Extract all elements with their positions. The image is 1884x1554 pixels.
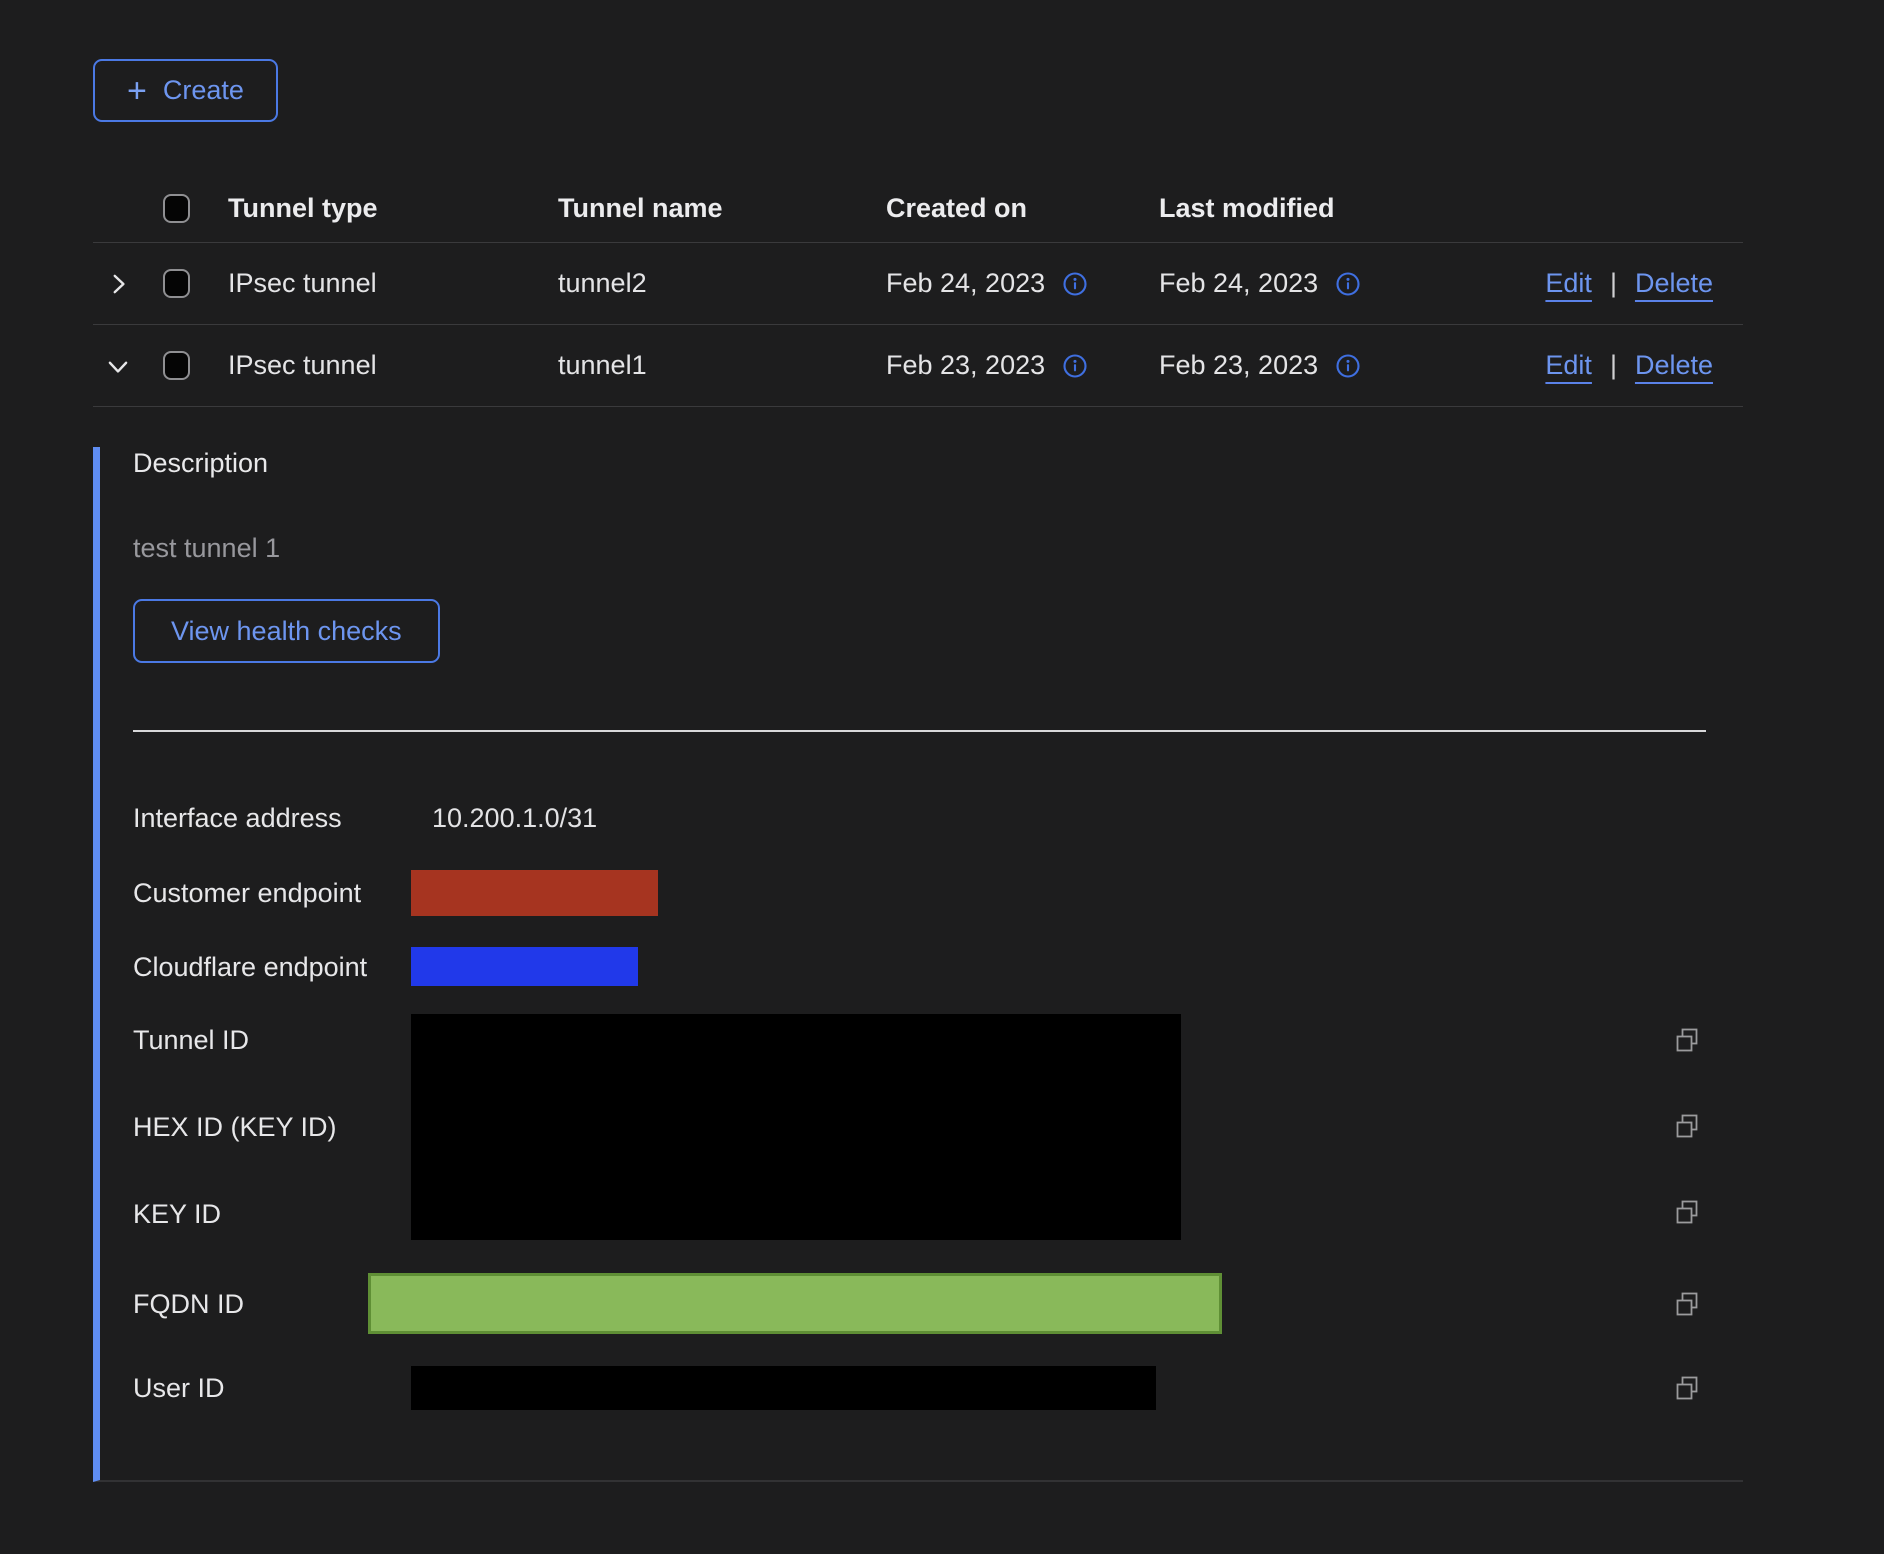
select-all-checkbox[interactable]: [163, 194, 190, 223]
action-separator: |: [1610, 268, 1617, 299]
create-button-label: Create: [163, 75, 244, 106]
row-checkbox[interactable]: [163, 269, 190, 298]
tunnel-ids-redacted-value: [411, 1014, 1181, 1240]
row-checkbox[interactable]: [163, 351, 190, 380]
view-health-checks-label: View health checks: [171, 616, 402, 647]
header-tunnel-type: Tunnel type: [228, 193, 558, 224]
header-tunnel-name: Tunnel name: [558, 193, 886, 224]
copy-icon[interactable]: [1672, 1025, 1702, 1055]
cloudflare-endpoint-redacted-value: [411, 947, 638, 986]
tunnels-page: + Create Tunnel type Tunnel name Created…: [0, 0, 1884, 1554]
user-id-redacted-value: [411, 1366, 1156, 1410]
customer-endpoint-label: Customer endpoint: [133, 877, 411, 909]
tunnel-type-cell: IPsec tunnel: [228, 350, 558, 381]
edit-link[interactable]: Edit: [1545, 350, 1592, 381]
tunnel-ids-group: Tunnel ID HEX ID (KEY ID) KEY ID: [133, 1014, 1743, 1240]
tunnel-type-cell: IPsec tunnel: [228, 268, 558, 299]
created-on-cell: Feb 24, 2023: [886, 268, 1045, 299]
fqdn-id-redacted-value: [368, 1273, 1222, 1334]
table-row: IPsec tunnel tunnel1 Feb 23, 2023 Feb 23…: [93, 325, 1743, 407]
cloudflare-endpoint-label: Cloudflare endpoint: [133, 951, 411, 983]
cloudflare-endpoint-row: Cloudflare endpoint: [133, 947, 1743, 986]
user-id-label: User ID: [133, 1372, 411, 1404]
plus-icon: +: [127, 74, 147, 108]
table-header-row: Tunnel type Tunnel name Created on Last …: [93, 175, 1743, 243]
fqdn-id-row: FQDN ID: [133, 1273, 1743, 1334]
key-id-label: KEY ID: [133, 1198, 411, 1230]
chevron-right-icon[interactable]: [105, 271, 131, 297]
table-row: IPsec tunnel tunnel2 Feb 24, 2023 Feb 24…: [93, 243, 1743, 325]
copy-icon[interactable]: [1672, 1111, 1702, 1141]
create-button[interactable]: + Create: [93, 59, 278, 122]
edit-link[interactable]: Edit: [1545, 268, 1592, 299]
delete-link[interactable]: Delete: [1635, 350, 1713, 381]
info-icon[interactable]: [1061, 270, 1089, 298]
description-value: test tunnel 1: [133, 532, 1743, 564]
hex-id-label: HEX ID (KEY ID): [133, 1111, 411, 1143]
last-modified-cell: Feb 24, 2023: [1159, 268, 1318, 299]
action-separator: |: [1610, 350, 1617, 381]
tunnel-name-cell: tunnel1: [558, 350, 886, 381]
copy-icon[interactable]: [1672, 1373, 1702, 1403]
customer-endpoint-row: Customer endpoint: [133, 870, 1743, 916]
info-icon[interactable]: [1334, 352, 1362, 380]
created-on-cell: Feb 23, 2023: [886, 350, 1045, 381]
info-icon[interactable]: [1334, 270, 1362, 298]
section-divider: [133, 730, 1706, 732]
tunnel-id-label: Tunnel ID: [133, 1024, 411, 1056]
description-label: Description: [133, 447, 1743, 479]
copy-icon[interactable]: [1672, 1197, 1702, 1227]
delete-link[interactable]: Delete: [1635, 268, 1713, 299]
header-last-modified: Last modified: [1159, 193, 1440, 224]
tunnel-name-cell: tunnel2: [558, 268, 886, 299]
tunnels-table: Tunnel type Tunnel name Created on Last …: [93, 175, 1743, 1482]
user-id-row: User ID: [133, 1366, 1743, 1410]
last-modified-cell: Feb 23, 2023: [1159, 350, 1318, 381]
header-created-on: Created on: [886, 193, 1159, 224]
info-icon[interactable]: [1061, 352, 1089, 380]
interface-address-value: 10.200.1.0/31: [432, 803, 597, 834]
chevron-down-icon[interactable]: [105, 353, 131, 379]
interface-address-row: Interface address 10.200.1.0/31: [133, 802, 1743, 834]
tunnel-detail-panel: Description test tunnel 1 View health ch…: [93, 447, 1743, 1482]
view-health-checks-button[interactable]: View health checks: [133, 599, 440, 663]
copy-icon[interactable]: [1672, 1289, 1702, 1319]
customer-endpoint-redacted-value: [411, 870, 658, 916]
interface-address-label: Interface address: [133, 802, 411, 834]
